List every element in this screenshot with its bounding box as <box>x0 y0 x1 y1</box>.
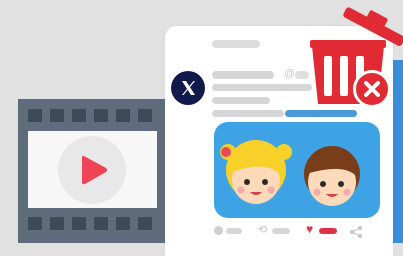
post-handle-at: @ <box>284 68 296 80</box>
x-logo-icon <box>182 81 195 95</box>
retweet-button[interactable]: ⟲ <box>258 224 294 236</box>
card-drag-bar <box>212 40 260 48</box>
like-count <box>319 228 337 234</box>
post-text-line-1 <box>212 84 312 91</box>
play-icon <box>82 155 107 185</box>
comment-icon <box>214 226 223 235</box>
retweet-icon: ⟲ <box>258 224 268 236</box>
post-media-image <box>214 122 380 218</box>
heart-icon: ♥ <box>306 222 314 236</box>
delete-button[interactable] <box>306 0 403 112</box>
post-text-line-3 <box>212 110 284 117</box>
video-film-icon <box>18 99 165 243</box>
share-icon <box>350 226 362 238</box>
post-username <box>212 71 274 79</box>
comment-button[interactable] <box>214 226 246 236</box>
retweet-count <box>272 228 290 234</box>
post-text-line-2 <box>212 97 270 104</box>
illustration: @ ⟲ ♥ <box>0 0 403 256</box>
share-button[interactable] <box>350 225 364 238</box>
delete-badge <box>353 70 391 108</box>
play-button[interactable] <box>58 136 126 204</box>
avatar <box>171 71 205 105</box>
delete-x-icon <box>364 81 380 97</box>
like-button[interactable]: ♥ <box>306 222 342 236</box>
children-faces-image <box>220 140 360 206</box>
comment-count <box>226 228 242 234</box>
